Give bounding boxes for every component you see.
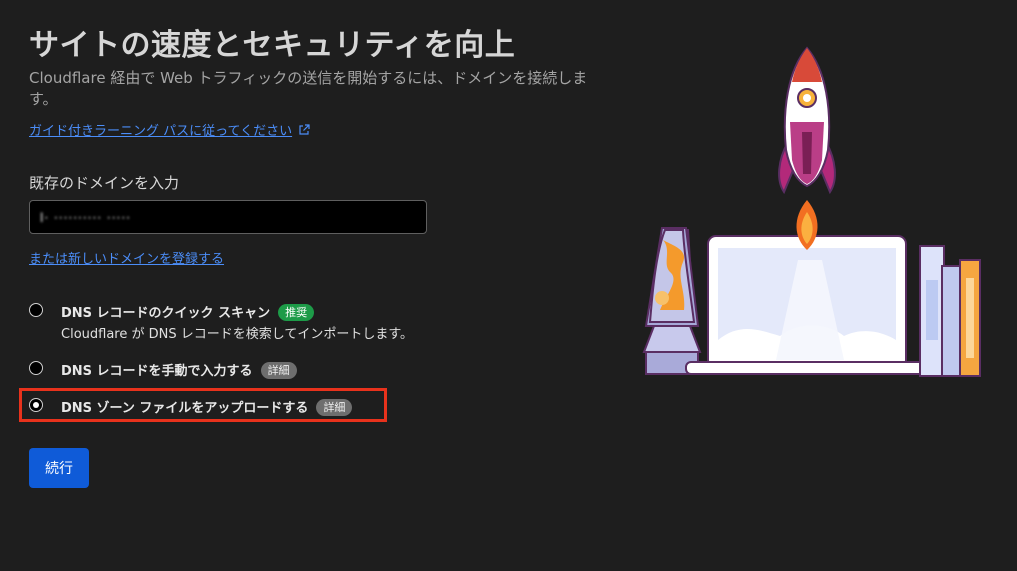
guided-learning-link[interactable]: ガイド付きラーニング パスに従ってください (29, 120, 310, 140)
domain-input[interactable]: l· ·········· ····· (29, 200, 427, 234)
guided-learning-link-text[interactable]: ガイド付きラーニング パスに従ってください (29, 124, 292, 139)
laptop-illustration (685, 235, 935, 375)
lava-lamp-illustration (642, 227, 702, 375)
quick-scan-description: Cloudflare が DNS レコードを検索してインポートします。 (61, 327, 414, 342)
rocket-illustration (778, 46, 836, 195)
page-title: サイトの速度とセキュリティを向上 (29, 28, 516, 63)
continue-button[interactable]: 続行 (29, 448, 89, 488)
selection-highlight (19, 388, 387, 422)
manual-entry-details-badge[interactable]: 詳細 (260, 362, 297, 379)
quick-scan-label: DNS レコードのクイック スキャン 推奨 (61, 302, 315, 321)
quick-scan-label-text: DNS レコードのクイック スキャン (61, 306, 271, 321)
register-domain-link[interactable]: または新しいドメインを登録する (29, 248, 224, 267)
rocket-launch-illustration (642, 46, 981, 377)
manual-entry-radio[interactable] (29, 361, 43, 375)
quick-scan-radio[interactable] (29, 303, 43, 317)
domain-input-label: 既存のドメインを入力 (29, 174, 180, 192)
recommended-badge: 推奨 (278, 304, 315, 321)
domain-input-value: l· ·········· ····· (40, 211, 131, 225)
page-subtitle: Cloudflare 経由で Web トラフィックの送信を開始するには、ドメイン… (29, 69, 588, 108)
external-link-icon (298, 123, 310, 140)
manual-entry-label-text: DNS レコードを手動で入力する (61, 364, 253, 379)
books-illustration (919, 245, 981, 377)
manual-entry-label: DNS レコードを手動で入力する 詳細 (61, 360, 297, 379)
